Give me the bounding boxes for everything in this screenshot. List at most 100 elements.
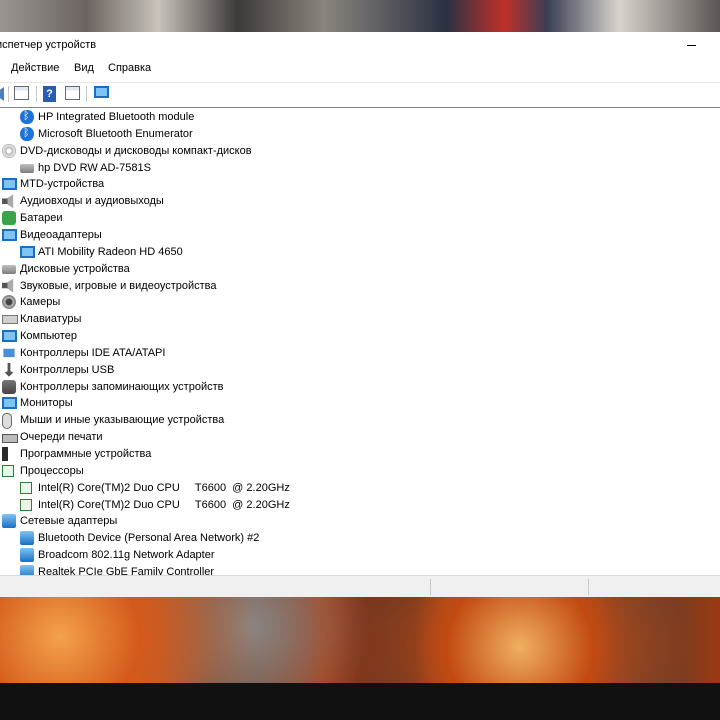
- tree-device-item[interactable]: Intel(R) Core(TM)2 Duo CPU T6600 @ 2.20G…: [0, 480, 720, 497]
- display-adapter-icon: [20, 245, 35, 258]
- computer-icon: [2, 330, 17, 343]
- tree-category-item[interactable]: Очереди печати: [0, 429, 720, 446]
- tree-item-label: Контроллеры USB: [20, 363, 115, 376]
- cpu-icon: [2, 464, 14, 477]
- toolbar-separator: [36, 86, 37, 102]
- camera-icon: [2, 295, 16, 310]
- storage-icon: [2, 379, 16, 394]
- tree-item-label: Программные устройства: [20, 448, 152, 460]
- tree-category-item[interactable]: Мыши и иные указывающие устройства: [0, 412, 720, 430]
- speaker-icon: [2, 278, 14, 293]
- toolbar-separator: [8, 86, 9, 102]
- monitor-icon: [2, 178, 17, 191]
- speaker-icon: [2, 194, 14, 209]
- tree-category-item[interactable]: Программные устройства: [0, 446, 720, 463]
- tree-category-item[interactable]: Контроллеры IDE ATA/ATAPI: [0, 345, 720, 362]
- menu-help[interactable]: Справка: [108, 62, 151, 74]
- taskbar: [0, 683, 720, 720]
- tree-item-label: HP Integrated Bluetooth module: [38, 111, 195, 123]
- tree-category-item[interactable]: Сетевые адаптеры: [0, 513, 720, 530]
- tree-item-label: Клавиатуры: [20, 313, 82, 326]
- tree-category-item[interactable]: Клавиатуры: [0, 311, 720, 328]
- tree-device-item[interactable]: HP Integrated Bluetooth module: [0, 109, 720, 126]
- tree-item-label: Батареи: [20, 212, 63, 225]
- tree-category-item[interactable]: Мониторы: [0, 395, 720, 412]
- tree-device-item[interactable]: hp DVD RW AD-7581S: [0, 160, 720, 177]
- desktop-wallpaper-top: [0, 0, 720, 32]
- back-icon[interactable]: [0, 87, 4, 101]
- bluetooth-icon: [20, 126, 34, 141]
- bluetooth-icon: [20, 109, 34, 124]
- tree-item-label: DVD-дисководы и дисководы компакт-дисков: [20, 144, 252, 157]
- tree-category-item[interactable]: Батареи: [0, 210, 720, 227]
- drive-icon: [20, 163, 34, 173]
- disc-icon: [2, 143, 16, 158]
- tree-category-item[interactable]: Видеоадаптеры: [0, 227, 720, 244]
- cpu-icon: [20, 498, 32, 511]
- view-icon[interactable]: [65, 86, 80, 100]
- tree-device-item[interactable]: Realtek PCIe GbE Family Controller: [0, 564, 720, 575]
- battery-icon: [2, 211, 16, 226]
- toolbar: ?: [0, 82, 720, 105]
- status-bar: [0, 575, 720, 598]
- ide-icon: [3, 348, 15, 358]
- help-icon[interactable]: ?: [43, 86, 56, 102]
- tree-item-label: Broadcom 802.11g Network Adapter: [38, 549, 215, 562]
- tree-item-label: Звуковые, игровые и видеоустройства: [20, 279, 217, 292]
- mouse-icon: [2, 413, 12, 430]
- tree-category-item[interactable]: Камеры: [0, 294, 720, 311]
- monitor-icon[interactable]: [94, 86, 109, 98]
- tree-category-item[interactable]: Контроллеры запоминающих устройств: [0, 379, 720, 396]
- tree-item-label: Процессоры: [20, 464, 84, 477]
- tree-item-label: Аудиовходы и аудиовыходы: [20, 195, 164, 208]
- tree-item-label: Мониторы: [20, 397, 73, 410]
- device-manager-window: испетчер устройств Действие Вид Справка …: [0, 32, 720, 598]
- tree-item-label: ATI Mobility Radeon HD 4650: [38, 245, 183, 258]
- tree-item-label: Компьютер: [20, 330, 77, 343]
- toolbar-separator: [86, 86, 87, 102]
- menu-view[interactable]: Вид: [74, 62, 94, 74]
- cpu-icon: [20, 481, 32, 494]
- tree-item-label: Bluetooth Device (Personal Area Network)…: [38, 532, 260, 545]
- tree-item-label: Intel(R) Core(TM)2 Duo CPU T6600 @ 2.20G…: [38, 481, 290, 494]
- network-icon: [20, 548, 34, 563]
- network-icon: [20, 531, 34, 546]
- tree-item-label: Контроллеры IDE ATA/ATAPI: [20, 346, 166, 359]
- tree-item-label: Очереди печати: [20, 431, 103, 444]
- tree-item-label: Мыши и иные указывающие устройства: [20, 414, 225, 427]
- tree-category-item[interactable]: MTD-устройства: [0, 176, 720, 193]
- tree-device-item[interactable]: ATI Mobility Radeon HD 4650: [0, 244, 720, 261]
- device-tree[interactable]: HP Integrated Bluetooth module Microsoft …: [0, 107, 720, 575]
- minimize-button[interactable]: [682, 34, 702, 54]
- display-adapter-icon: [2, 228, 17, 241]
- menu-bar: Действие Вид Справка: [0, 59, 720, 79]
- drive-icon: [2, 264, 16, 274]
- status-divider: [430, 579, 431, 595]
- tree-category-item[interactable]: Звуковые, игровые и видеоустройства: [0, 278, 720, 295]
- network-icon: [2, 514, 16, 529]
- tree-device-item[interactable]: Intel(R) Core(TM)2 Duo CPU T6600 @ 2.20G…: [0, 497, 720, 514]
- monitor-icon: [2, 397, 17, 410]
- desktop-wallpaper-bottom: [0, 597, 720, 683]
- tree-item-label: hp DVD RW AD-7581S: [38, 161, 151, 174]
- tree-category-item[interactable]: DVD-дисководы и дисководы компакт-дисков: [0, 143, 720, 160]
- network-icon: [20, 564, 34, 575]
- tree-category-item[interactable]: Процессоры: [0, 463, 720, 480]
- tree-device-item[interactable]: Microsoft Bluetooth Enumerator: [0, 126, 720, 143]
- tree-item-label: MTD-устройства: [20, 178, 105, 191]
- tree-category-item[interactable]: Дисковые устройства: [0, 261, 720, 278]
- title-bar[interactable]: испетчер устройств: [0, 32, 720, 58]
- menu-action[interactable]: Действие: [11, 62, 59, 74]
- tree-device-item[interactable]: Broadcom 802.11g Network Adapter: [0, 547, 720, 564]
- tree-item-label: Сетевые адаптеры: [20, 515, 118, 528]
- properties-icon[interactable]: [14, 86, 29, 100]
- tree-category-item[interactable]: Компьютер: [0, 328, 720, 345]
- tree-category-item[interactable]: Контроллеры USB: [0, 362, 720, 379]
- tree-item-label: Видеоадаптеры: [20, 228, 102, 241]
- tree-device-item[interactable]: Bluetooth Device (Personal Area Network)…: [0, 530, 720, 547]
- tree-item-label: Камеры: [20, 296, 61, 309]
- software-device-icon: [2, 447, 8, 461]
- tree-category-item[interactable]: Аудиовходы и аудиовыходы: [0, 193, 720, 210]
- tree-item-label: Realtek PCIe GbE Family Controller: [38, 565, 215, 575]
- usb-icon: [4, 362, 14, 377]
